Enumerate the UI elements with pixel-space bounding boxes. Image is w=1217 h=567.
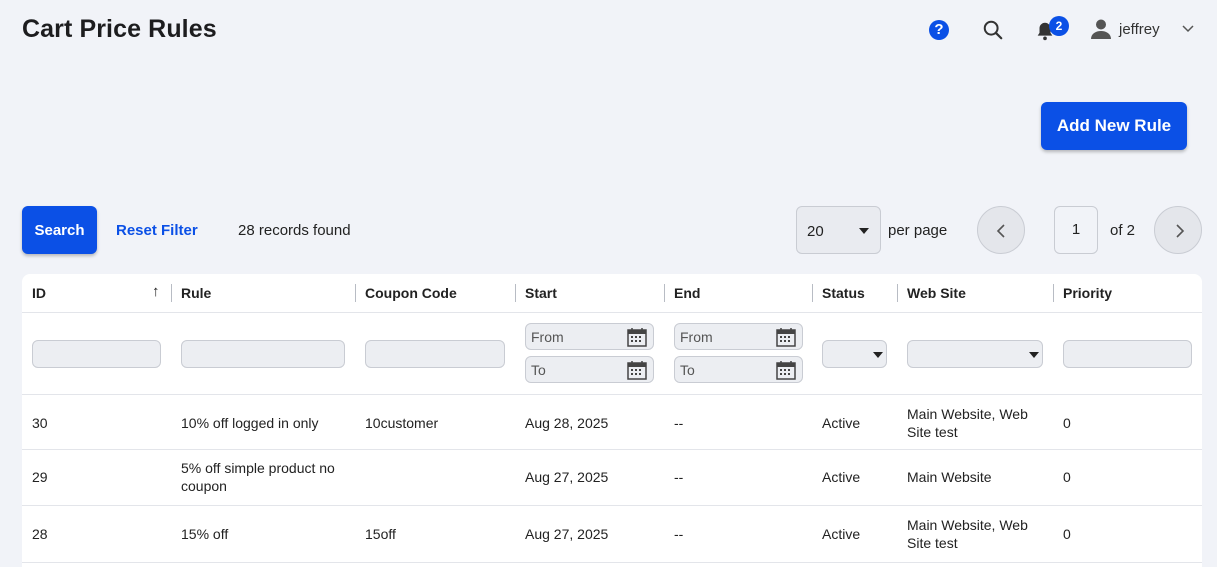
total-pages-label: of 2 [1110, 222, 1136, 239]
cell-id: 30 [32, 415, 48, 431]
search-button[interactable]: Search [22, 206, 97, 254]
chevron-down-icon[interactable] [1181, 22, 1195, 36]
caret-down-icon [859, 228, 869, 234]
cell-start: Aug 27, 2025 [525, 469, 609, 485]
cell-priority: 0 [1063, 415, 1071, 431]
row-divider [22, 312, 1202, 313]
cell-web-site: Main Website [907, 469, 992, 485]
cell-start: Aug 27, 2025 [525, 526, 609, 542]
start-to-date-input[interactable]: To [525, 356, 654, 383]
row-divider [22, 394, 1202, 395]
start-from-placeholder: From [531, 329, 564, 345]
status-filter-select[interactable] [822, 340, 887, 368]
column-divider [1053, 284, 1054, 302]
user-icon[interactable] [1089, 17, 1113, 41]
cell-web-site: Main Website, Web Site test [907, 517, 1028, 551]
cell-status: Active [822, 526, 861, 542]
column-divider [171, 284, 172, 302]
sort-ascending-icon[interactable]: ↑ [152, 283, 160, 300]
column-header-status[interactable]: Status [822, 285, 865, 301]
calendar-icon[interactable] [776, 360, 796, 380]
cell-status: Active [822, 415, 861, 431]
user-name[interactable]: jeffrey [1119, 21, 1160, 38]
calendar-icon[interactable] [776, 327, 796, 347]
cell-end: -- [674, 526, 684, 542]
column-header-priority[interactable]: Priority [1063, 285, 1112, 301]
column-divider [355, 284, 356, 302]
chevron-left-icon [996, 224, 1005, 238]
cell-start: Aug 28, 2025 [525, 415, 609, 431]
top-bar: ? 2 jeffrey [897, 14, 1217, 44]
row-divider [22, 505, 1202, 506]
next-page-button[interactable] [1154, 206, 1202, 254]
column-header-coupon-code[interactable]: Coupon Code [365, 285, 457, 301]
end-to-date-input[interactable]: To [674, 356, 803, 383]
per-page-value: 20 [807, 223, 824, 240]
search-icon[interactable] [982, 19, 1004, 41]
cell-status: Active [822, 469, 861, 485]
cell-priority: 0 [1063, 469, 1071, 485]
column-divider [812, 284, 813, 302]
previous-page-button[interactable] [977, 206, 1025, 254]
records-found: 28 records found [238, 222, 351, 239]
row-divider [22, 449, 1202, 450]
cell-rule: 15% off [181, 526, 229, 542]
add-new-rule-button[interactable]: Add New Rule [1041, 102, 1187, 150]
help-icon[interactable]: ? [929, 20, 949, 40]
end-from-placeholder: From [680, 329, 713, 345]
caret-down-icon [1029, 352, 1039, 358]
cell-end: -- [674, 469, 684, 485]
cell-end: -- [674, 415, 684, 431]
cell-rule: 10% off logged in only [181, 415, 319, 431]
rules-grid: ID ↑ Rule Coupon Code Start End Status W… [22, 274, 1202, 567]
per-page-label: per page [888, 222, 948, 239]
caret-down-icon [873, 352, 883, 358]
cell-id: 28 [32, 526, 48, 542]
column-header-web-site[interactable]: Web Site [907, 285, 966, 301]
cell-coupon-code: 10customer [365, 415, 439, 431]
column-divider [515, 284, 516, 302]
rule-filter-input[interactable] [181, 340, 345, 368]
page-number-input[interactable]: 1 [1054, 206, 1098, 254]
calendar-icon[interactable] [627, 327, 647, 347]
id-filter-input[interactable] [32, 340, 161, 368]
start-from-date-input[interactable]: From [525, 323, 654, 350]
cell-coupon-code: 15off [365, 526, 396, 542]
column-header-id[interactable]: ID [32, 285, 46, 301]
column-divider [664, 284, 665, 302]
notifications-button[interactable]: 2 [1034, 16, 1070, 44]
coupon-code-filter-input[interactable] [365, 340, 505, 368]
cell-id: 29 [32, 469, 48, 485]
notification-count-badge: 2 [1049, 16, 1069, 36]
row-divider [22, 562, 1202, 563]
priority-filter-input[interactable] [1063, 340, 1192, 368]
column-header-end[interactable]: End [674, 285, 700, 301]
start-to-placeholder: To [531, 362, 546, 378]
reset-filter-link[interactable]: Reset Filter [116, 222, 198, 239]
page-title: Cart Price Rules [22, 15, 217, 43]
end-from-date-input[interactable]: From [674, 323, 803, 350]
end-to-placeholder: To [680, 362, 695, 378]
column-header-start[interactable]: Start [525, 285, 557, 301]
cell-priority: 0 [1063, 526, 1071, 542]
cell-web-site: Main Website, Web Site test [907, 406, 1028, 440]
per-page-select[interactable]: 20 [796, 206, 881, 254]
chevron-right-icon [1176, 224, 1185, 238]
cell-rule: 5% off simple product no coupon [181, 460, 335, 494]
column-divider [897, 284, 898, 302]
web-site-filter-select[interactable] [907, 340, 1043, 368]
calendar-icon[interactable] [627, 360, 647, 380]
column-header-rule[interactable]: Rule [181, 285, 211, 301]
